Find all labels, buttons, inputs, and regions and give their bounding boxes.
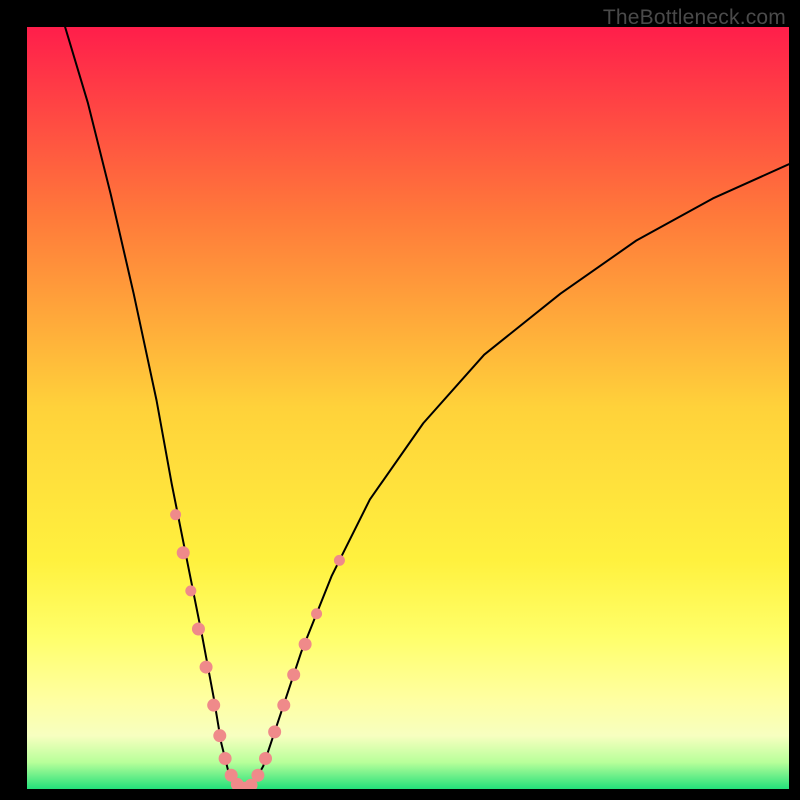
watermark-text: TheBottleneck.com xyxy=(603,6,786,30)
data-marker xyxy=(192,623,204,635)
data-marker xyxy=(312,609,322,619)
data-marker xyxy=(299,638,311,650)
data-marker xyxy=(214,730,226,742)
data-marker xyxy=(288,669,300,681)
plot-area xyxy=(27,27,789,789)
data-marker xyxy=(278,699,290,711)
data-marker xyxy=(334,555,344,565)
data-marker xyxy=(200,661,212,673)
marker-group xyxy=(171,510,345,789)
chart-frame: TheBottleneck.com xyxy=(0,0,800,800)
curve-layer xyxy=(27,27,789,789)
data-marker xyxy=(186,586,196,596)
bottleneck-curve xyxy=(65,27,789,789)
data-marker xyxy=(269,726,281,738)
data-marker xyxy=(171,510,181,520)
data-marker xyxy=(252,769,264,781)
data-marker xyxy=(208,699,220,711)
data-marker xyxy=(260,753,272,765)
data-marker xyxy=(177,547,189,559)
data-marker xyxy=(219,753,231,765)
